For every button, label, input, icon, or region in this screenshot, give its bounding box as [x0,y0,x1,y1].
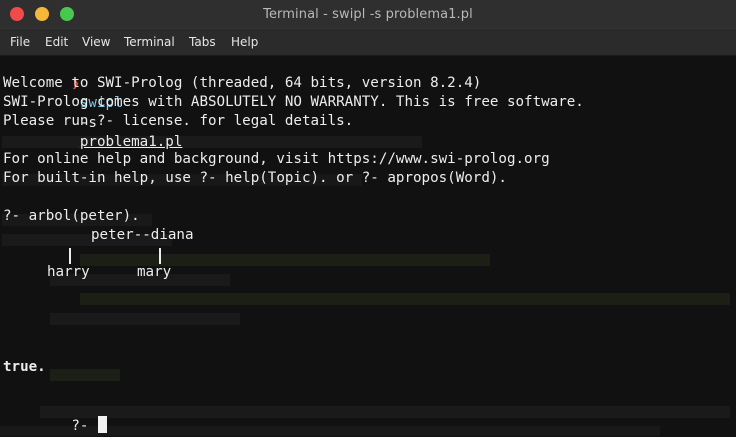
welcome-line-1: Welcome to SWI-Prolog (threaded, 64 bits… [3,75,482,91]
menu-view[interactable]: View [82,35,110,49]
tree-branch-left [69,248,71,264]
command-file-link[interactable]: problema1.pl [80,134,183,150]
tree-child-mary: mary [137,264,172,280]
input-prompt: ?- [71,417,97,434]
welcome-line-2: SWI-Prolog comes with ABSOLUTELY NO WARR… [3,94,584,110]
terminal-window: Terminal - swipl -s problema1.pl File Ed… [0,0,736,437]
terminal-output[interactable]: ❯ swipl -s problema1.pl Welcome to SWI-P… [0,56,736,437]
result-line: true. [3,359,46,375]
menu-file[interactable]: File [10,35,30,49]
input-prompt-line[interactable]: ?- [3,396,107,434]
menu-edit[interactable]: Edit [45,35,68,49]
menu-terminal[interactable]: Terminal [124,35,175,49]
tree-branch-right [159,248,161,264]
menu-bar: File Edit View Terminal Tabs Help [0,31,736,56]
help-line-2: For built-in help, use ?- help(Topic). o… [3,170,507,186]
window-title: Terminal - swipl -s problema1.pl [263,7,473,22]
query-line: ?- arbol(peter). [3,208,140,224]
command-line: ❯ swipl -s problema1.pl [3,56,182,151]
welcome-line-3: Please run ?- license. for legal details… [3,113,354,129]
tree-child-harry: harry [47,264,90,280]
menu-tabs[interactable]: Tabs [189,35,216,49]
tree-parents: peter--diana [91,227,194,243]
help-line-1: For online help and background, visit ht… [3,151,550,167]
text-cursor [97,415,107,433]
menu-help[interactable]: Help [231,35,258,49]
title-bar[interactable]: Terminal - swipl -s problema1.pl [0,0,736,31]
